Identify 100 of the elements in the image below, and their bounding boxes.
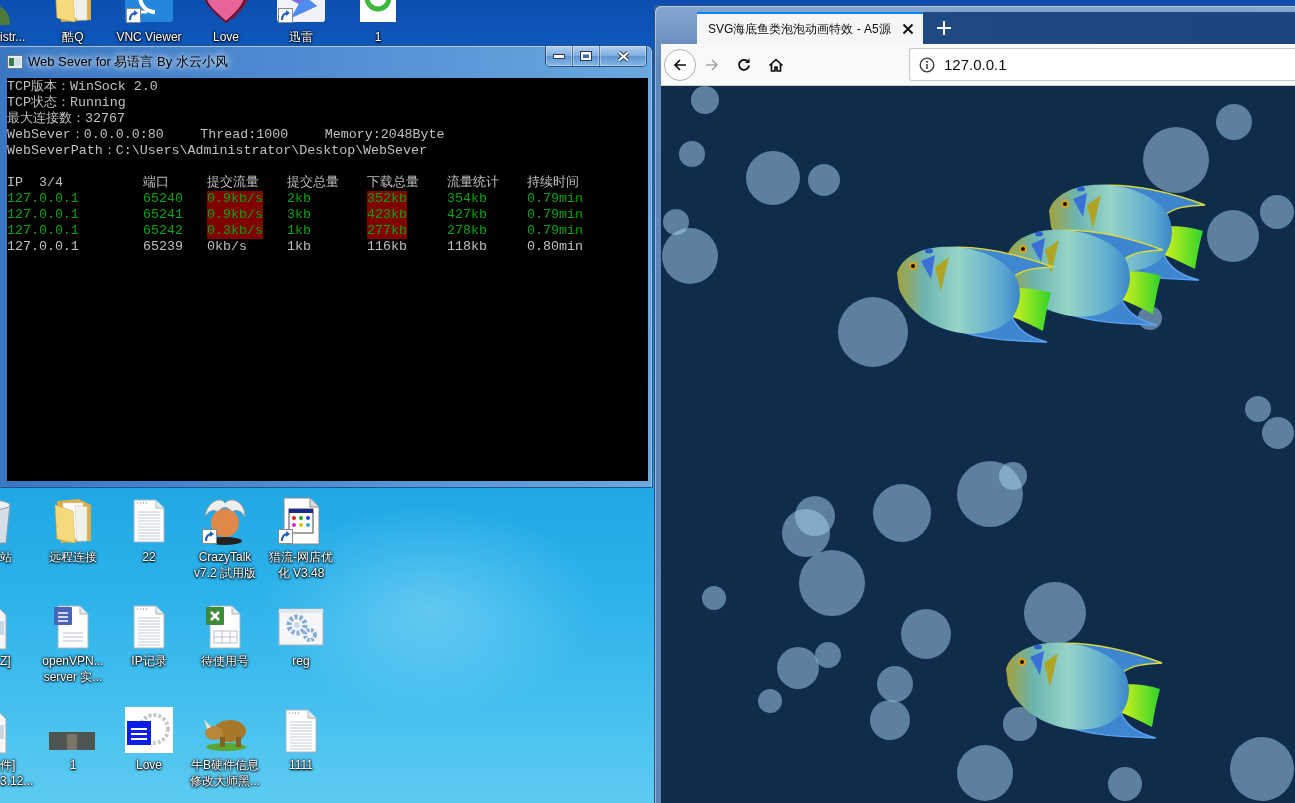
back-button[interactable] <box>664 48 696 81</box>
table-cell: 127.0.0.1 <box>7 239 79 255</box>
table-cell: 65240 <box>143 191 183 207</box>
icon-label[interactable]: 件] 3.12... <box>0 757 34 789</box>
cartoon-head-icon[interactable] <box>201 497 249 545</box>
console-text: WebSeverPath：C:\Users\Administrator\Desktop\WebSever <box>7 143 427 159</box>
icon-label[interactable]: reg <box>265 653 337 669</box>
bubble <box>691 86 719 114</box>
table-cell: 3kb <box>287 207 311 223</box>
table-cell: 0.79min <box>527 191 583 207</box>
icon-label[interactable]: Z] <box>0 653 11 669</box>
icon-label[interactable]: IP记录 <box>113 653 185 669</box>
column-header: 下载总量 <box>367 175 419 191</box>
bubble <box>746 151 800 205</box>
heart-icon[interactable] <box>202 0 250 24</box>
table-cell: 0.3kb/s <box>207 223 263 239</box>
table-cell: 127.0.0.1 <box>7 223 79 239</box>
bubble <box>873 484 931 542</box>
icon-label[interactable]: istr... <box>0 29 26 45</box>
table-cell: 127.0.0.1 <box>7 191 79 207</box>
table-cell: 127.0.0.1 <box>7 207 79 223</box>
table-cell: 1kb <box>287 223 311 239</box>
bubble <box>808 164 840 196</box>
bubble <box>1003 707 1037 741</box>
icon-label[interactable]: 22 <box>113 549 185 565</box>
table-cell: 423kb <box>367 207 407 223</box>
table-cell: 277kb <box>367 223 407 239</box>
icon-label[interactable]: Love <box>190 29 262 45</box>
icon-label[interactable]: 迅雷 <box>265 29 337 45</box>
app-icon <box>7 55 23 69</box>
icon-label[interactable]: 1 <box>342 29 414 45</box>
column-header: 提交总量 <box>287 175 339 191</box>
plus-icon <box>936 20 952 36</box>
bubble <box>1262 417 1294 449</box>
back-arrow-icon <box>672 56 688 73</box>
info-icon <box>919 56 935 73</box>
column-header: 端口 <box>143 175 169 191</box>
bubble <box>1108 767 1142 801</box>
table-cell: 65239 <box>143 239 183 255</box>
close-button[interactable] <box>600 46 646 66</box>
table-cell: 0kb/s <box>207 239 247 255</box>
maximize-button[interactable] <box>573 46 600 66</box>
console-text: Thread:1000 <box>200 127 289 143</box>
close-icon <box>616 50 630 62</box>
table-cell: 118kb <box>447 239 487 255</box>
column-header: 持续时间 <box>527 175 579 191</box>
bubble <box>702 586 726 610</box>
window-title: Web Sever for 易语言 By 水云小风 <box>28 54 228 70</box>
console-text: WebSever：0.0.0.0:80 <box>7 127 164 143</box>
bubble <box>838 297 908 367</box>
table-cell: 2kb <box>287 191 311 207</box>
icon-label[interactable]: CrazyTalk v7.2 試用版 <box>189 549 261 581</box>
icon-label[interactable]: 猎流-网店优化 V3.48 <box>265 549 337 581</box>
column-header: 提交流量 <box>207 175 259 191</box>
bubble <box>1230 737 1294 801</box>
table-cell: 0.9kb/s <box>207 191 263 207</box>
icon-label[interactable]: Love <box>113 757 185 773</box>
bubble <box>679 141 705 167</box>
maximize-icon <box>580 51 592 61</box>
console-text: 最大连接数：32767 <box>7 111 125 127</box>
table-cell: 0.9kb/s <box>207 207 263 223</box>
icon-label[interactable]: 远程连接 <box>37 549 109 565</box>
bubble <box>1245 396 1271 422</box>
icon-label[interactable]: 牛B硬件信息修改大师黑... <box>189 757 261 789</box>
console-text: TCP状态：Running <box>7 95 126 111</box>
table-cell: 65242 <box>143 223 183 239</box>
column-header: IP 3/4 <box>7 175 63 191</box>
bubble <box>1024 582 1086 644</box>
bubble <box>901 609 951 659</box>
icon-label[interactable]: 站 <box>0 549 12 565</box>
icon-label[interactable]: openVPN... server 实... <box>37 653 109 685</box>
reload-icon <box>736 56 752 73</box>
table-cell: 352kb <box>367 191 407 207</box>
icon-label[interactable]: VNC Viewer <box>113 29 185 45</box>
table-cell: 0.80min <box>527 239 583 255</box>
column-header: 流量统计 <box>447 175 499 191</box>
icon-label[interactable]: 酷Q <box>37 29 109 45</box>
table-cell: 354kb <box>447 191 487 207</box>
icon-label[interactable]: 1111 <box>265 757 337 773</box>
table-cell: 0.79min <box>527 223 583 239</box>
table-cell: 0.79min <box>527 207 583 223</box>
table-cell: 1kb <box>287 239 311 255</box>
console-text: Memory:2048Byte <box>324 127 445 143</box>
close-icon <box>902 23 914 35</box>
bubble <box>877 666 913 702</box>
bubble <box>782 509 830 557</box>
browser-tab[interactable]: SVG海底鱼类泡泡动画特效 - A5源 <box>697 12 923 44</box>
app-icon[interactable] <box>125 707 173 755</box>
tab-close-button[interactable] <box>901 22 915 36</box>
address-bar[interactable]: 127.0.0.1 <box>909 48 1295 81</box>
console-text: TCP版本：WinSock 2.0 <box>7 79 158 95</box>
minimize-button[interactable] <box>546 46 573 66</box>
icon-label[interactable]: 1 <box>37 757 109 773</box>
bubble <box>870 700 910 740</box>
bubble <box>957 745 1013 801</box>
minimize-icon <box>553 53 565 59</box>
bubble <box>1216 104 1252 140</box>
icon-label[interactable]: 待使用号 <box>189 653 261 669</box>
bubble <box>799 550 865 616</box>
table-cell: 278kb <box>447 223 487 239</box>
